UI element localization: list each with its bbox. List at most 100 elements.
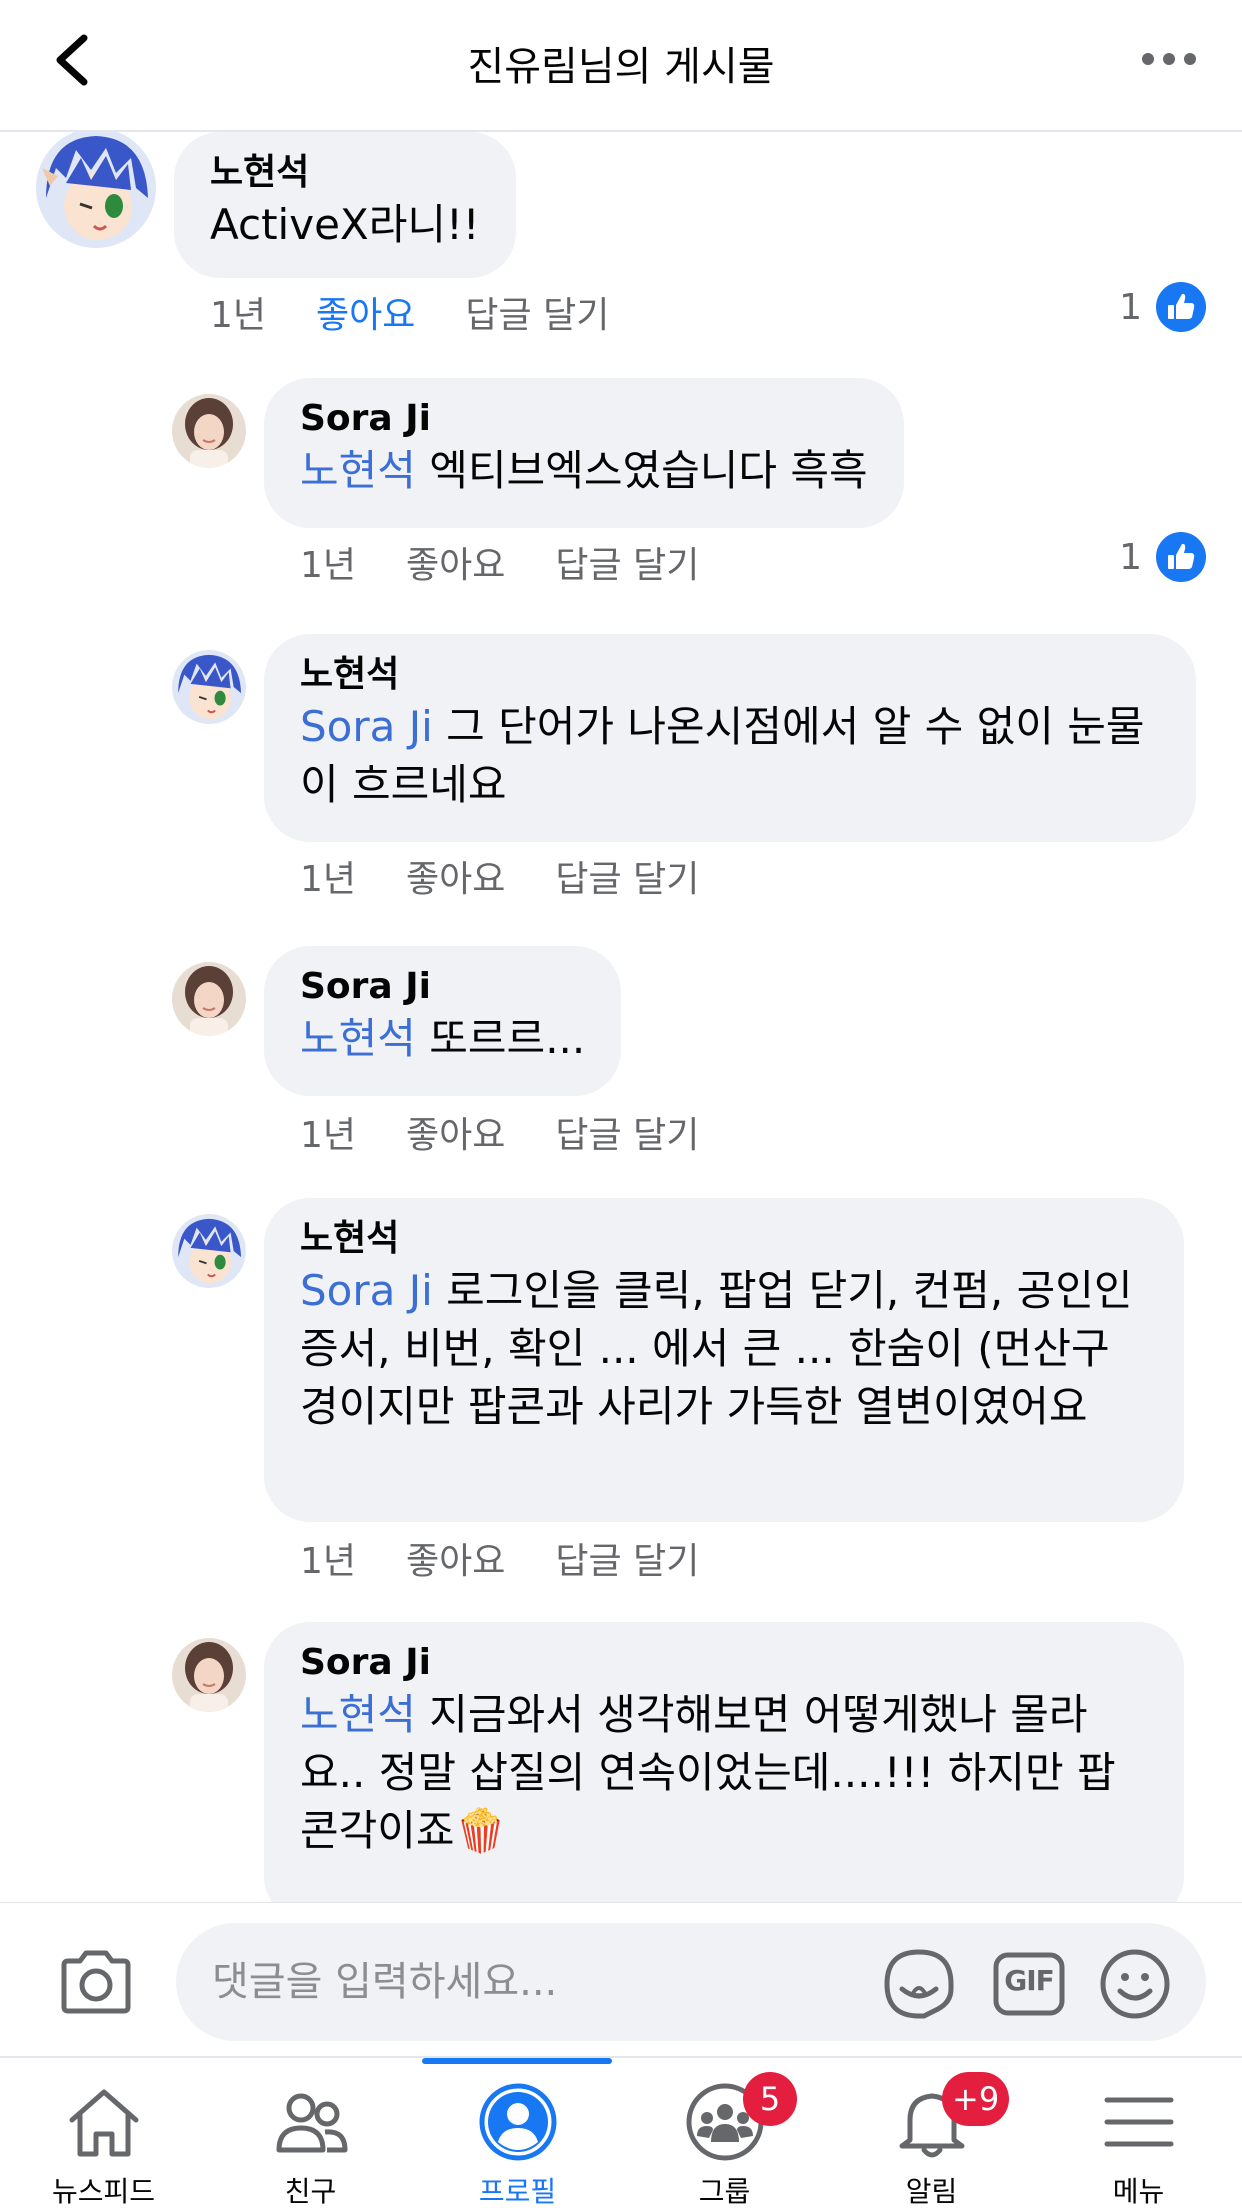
comment-author[interactable]: Sora Ji <box>300 396 868 442</box>
avatar-photo <box>172 1638 246 1712</box>
dot <box>1184 53 1196 65</box>
comment-composer: GIF <box>0 1902 1242 2054</box>
comment-time: 1년 <box>300 859 357 900</box>
nav-label: 프로필 <box>478 2175 557 2208</box>
comment-text: 노현석 지금와서 생각해보면 어떻게했나 몰라요.. 정말 삽질의 연속이었는데… <box>300 1686 1148 1860</box>
reply-button[interactable]: 답글 달기 <box>555 1532 699 1584</box>
camera-button[interactable] <box>58 1949 134 2015</box>
like-button[interactable]: 좋아요 <box>406 536 505 588</box>
dot <box>1163 53 1175 65</box>
mention-link[interactable]: Sora Ji <box>300 702 433 751</box>
top-bar: 진유림님의 게시물 <box>0 0 1242 132</box>
comment-actions: 1년 좋아요 답글 달기 <box>300 1532 749 1584</box>
nav-label: 알림 <box>905 2175 958 2208</box>
like-button[interactable]: 좋아요 <box>406 1106 505 1158</box>
comment-body: 지금와서 생각해보면 어떻게했나 몰라요.. 정말 삽질의 연속이었는데....… <box>300 1690 1116 1855</box>
comment-actions: 1년 좋아요 답글 달기 <box>300 850 749 902</box>
reply-button[interactable]: 답글 달기 <box>555 850 699 902</box>
sticker-button[interactable] <box>882 1947 956 2021</box>
nav-item-friends[interactable]: 친구 <box>207 2058 414 2208</box>
comment-bubble[interactable]: Sora Ji 노현석 또르르... <box>264 946 622 1096</box>
avatar-photo <box>172 962 246 1036</box>
like-button[interactable]: 좋아요 <box>316 286 415 338</box>
comment-reply: Sora Ji 노현석 엑티브엑스였습니다 흑흑 1년 좋아요 답글 달기 1 <box>0 378 1242 586</box>
mention-link[interactable]: 노현석 <box>300 1014 416 1063</box>
comment-bubble[interactable]: 노현석 Sora Ji 그 단어가 나온시점에서 알 수 없이 눈물이 흐르네요 <box>264 634 1196 842</box>
comment-text: ActiveX라니!! <box>210 200 480 249</box>
mention-link[interactable]: 노현석 <box>300 446 416 495</box>
reaction-count[interactable]: 1 <box>1119 282 1206 332</box>
reply-button[interactable]: 답글 달기 <box>555 1106 699 1158</box>
like-button[interactable]: 좋아요 <box>406 1532 505 1584</box>
thumbs-up-icon <box>1156 532 1206 582</box>
avatar-photo <box>172 394 246 468</box>
nav-item-newsfeed[interactable]: 뉴스피드 <box>0 2058 207 2208</box>
avatar[interactable] <box>172 1214 246 1288</box>
comment-time: 1년 <box>300 545 357 586</box>
comment-bubble[interactable]: Sora Ji 노현석 지금와서 생각해보면 어떻게했나 몰라요.. 정말 삽질… <box>264 1622 1184 1902</box>
menu-icon <box>1104 2097 1173 2147</box>
nav-label: 그룹 <box>698 2175 751 2208</box>
reply-button[interactable]: 답글 달기 <box>465 286 609 338</box>
camera-icon <box>61 1950 131 2014</box>
smiley-icon <box>1100 1949 1170 2019</box>
nav-item-groups[interactable]: 5 그룹 <box>621 2058 828 2208</box>
comment-actions: 1년 좋아요 답글 달기 <box>300 536 749 588</box>
comment-bubble[interactable]: 노현석 Sora Ji 로그인을 클릭, 팝업 닫기, 컨펌, 공인인증서, 비… <box>264 1198 1184 1522</box>
mention-link[interactable]: Sora Ji <box>300 1266 433 1315</box>
comment-bubble[interactable]: 노현석 ActiveX라니!! <box>174 132 516 278</box>
avatar[interactable] <box>172 1638 246 1712</box>
emoji-button[interactable] <box>1098 1947 1172 2021</box>
comment-author[interactable]: Sora Ji <box>300 964 585 1010</box>
comment-author[interactable]: 노현석 <box>210 150 480 196</box>
comment-time: 1년 <box>300 1115 357 1156</box>
nav-item-menu[interactable]: 메뉴 <box>1035 2058 1242 2208</box>
gif-label: GIF <box>1004 1964 1055 1997</box>
comment-actions: 1년 좋아요 답글 달기 <box>300 1106 749 1158</box>
gif-button[interactable]: GIF <box>992 1951 1066 2017</box>
notification-badge: 5 <box>743 2072 797 2126</box>
comment-author[interactable]: Sora Ji <box>300 1640 1148 1686</box>
comment-text: 노현석 엑티브엑스였습니다 흑흑 <box>300 442 868 500</box>
like-count-number: 1 <box>1119 286 1142 328</box>
thumbs-up-icon <box>1156 282 1206 332</box>
home-icon <box>69 2089 138 2157</box>
nav-label: 뉴스피드 <box>51 2175 156 2208</box>
page-title: 진유림님의 게시물 <box>467 44 775 90</box>
avatar[interactable] <box>172 962 246 1036</box>
avatar[interactable] <box>36 132 156 248</box>
comment-body: 엑티브엑스였습니다 흑흑 <box>415 446 868 495</box>
sticker-icon <box>884 1949 954 2019</box>
comment-reply: 노현석 Sora Ji 로그인을 클릭, 팝업 닫기, 컨펌, 공인인증서, 비… <box>0 1198 1242 1582</box>
avatar[interactable] <box>172 394 246 468</box>
comment-actions: 1년 좋아요 답글 달기 <box>210 286 659 338</box>
nav-item-profile[interactable]: 프로필 <box>414 2058 621 2208</box>
like-count-number: 1 <box>1119 536 1142 578</box>
comment-author[interactable]: 노현석 <box>300 1216 1148 1262</box>
dot <box>1142 53 1154 65</box>
comment-author[interactable]: 노현석 <box>300 652 1160 698</box>
nav-label: 메뉴 <box>1112 2175 1165 2208</box>
comment: 노현석 ActiveX라니!! 1년 좋아요 답글 달기 1 <box>0 132 1242 352</box>
comment-bubble[interactable]: Sora Ji 노현석 엑티브엑스였습니다 흑흑 <box>264 378 904 528</box>
more-options-button[interactable] <box>1142 44 1202 74</box>
avatar-anime-girl <box>172 650 246 724</box>
reaction-count[interactable]: 1 <box>1119 532 1206 582</box>
comment-thread: 노현석 ActiveX라니!! 1년 좋아요 답글 달기 1 Sora Ji 노… <box>0 132 1242 1902</box>
comment-box: GIF <box>176 1923 1206 2041</box>
comment-body: 또르르... <box>415 1014 586 1063</box>
comment-reply: Sora Ji 노현석 또르르... 1년 좋아요 답글 달기 <box>0 946 1242 1156</box>
friends-icon <box>276 2093 347 2153</box>
comment-text: Sora Ji 로그인을 클릭, 팝업 닫기, 컨펌, 공인인증서, 비번, 확… <box>300 1262 1148 1436</box>
avatar[interactable] <box>172 650 246 724</box>
bottom-navigation: 뉴스피드 친구 프로필 5 그룹 +9 알림 메뉴 <box>0 2056 1242 2208</box>
profile-icon <box>479 2083 556 2161</box>
comment-input[interactable] <box>212 1923 812 2041</box>
reply-button[interactable]: 답글 달기 <box>555 536 699 588</box>
nav-item-notifications[interactable]: +9 알림 <box>828 2058 1035 2208</box>
like-button[interactable]: 좋아요 <box>406 850 505 902</box>
avatar-anime-girl <box>172 1214 246 1288</box>
avatar-anime-girl <box>36 132 156 248</box>
nav-label: 친구 <box>284 2175 337 2208</box>
mention-link[interactable]: 노현석 <box>300 1690 416 1739</box>
